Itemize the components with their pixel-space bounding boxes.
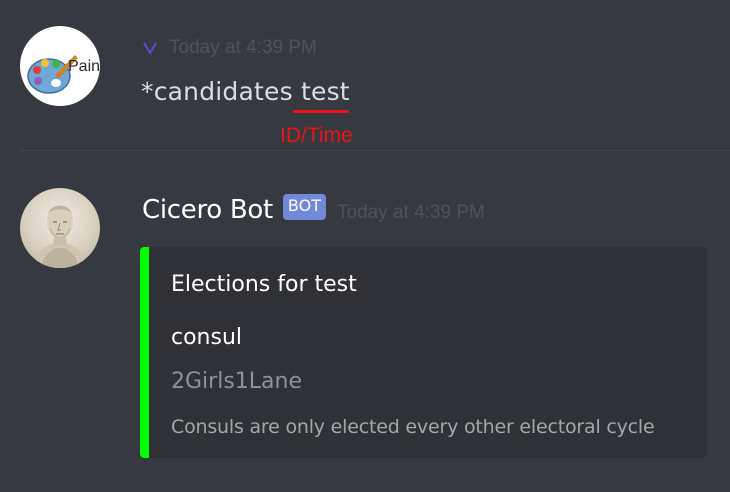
message-content: *candidates test [141,77,350,106]
embed-accent-bar [140,247,149,458]
bot-username[interactable]: Cicero Bot [142,195,273,225]
bot-embed: Elections for test consul 2Girls1Lane Co… [140,247,707,458]
bot-badge: BOT [282,194,326,220]
annotation-label: ID/Time [280,124,353,147]
embed-field-name: consul [171,325,243,350]
message-timestamp: Today at 4:39 PM [169,37,317,58]
command-text: *candidates [141,77,293,106]
chat-messages: Pain Today at 4:39 PM *candidates test I… [0,0,730,492]
cicero-bust-icon [34,205,86,268]
command-argument: test [300,77,350,106]
embed-title: Elections for test [171,272,357,297]
embed-field-value: 2Girls1Lane [171,369,302,394]
message-meta: Today at 4:39 PM [143,36,317,60]
message-divider [20,150,730,151]
user-avatar-paint[interactable]: Pain [20,26,100,106]
avatar-text: Pain [68,58,100,75]
annotation-underline [293,110,349,113]
chevron-down-icon [143,42,157,54]
embed-footer: Consuls are only elected every other ele… [171,416,655,438]
bot-avatar-cicero[interactable] [20,188,100,268]
message-header: Cicero Bot BOT Today at 4:39 PM [142,192,485,228]
message-timestamp: Today at 4:39 PM [336,202,485,223]
